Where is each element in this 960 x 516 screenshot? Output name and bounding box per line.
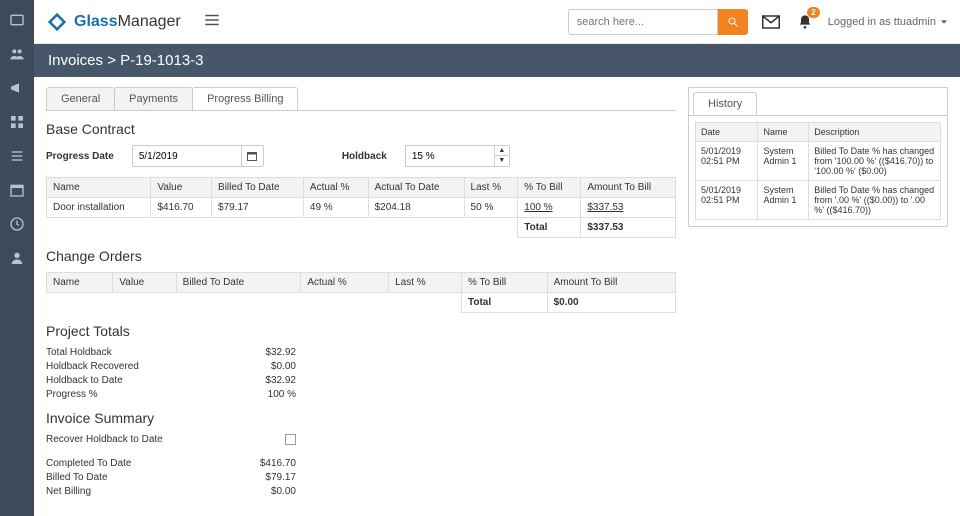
progress-date-label: Progress Date xyxy=(46,151,114,162)
tab-general[interactable]: General xyxy=(46,87,115,110)
col-value: Value xyxy=(151,178,212,198)
holdback-spinner[interactable]: ▲▼ xyxy=(495,145,510,167)
date-picker-button[interactable] xyxy=(242,145,264,167)
logo-text-bold: Glass xyxy=(74,13,118,30)
messages-button[interactable] xyxy=(760,11,782,33)
sidebar xyxy=(0,0,34,516)
logo-text-rest: Manager xyxy=(118,13,181,30)
tab-history[interactable]: History xyxy=(693,92,757,115)
invoice-summary-title: Invoice Summary xyxy=(46,410,676,426)
detail-tabs: General Payments Progress Billing xyxy=(46,87,676,111)
search-icon xyxy=(727,16,739,28)
spinner-up-icon[interactable]: ▲ xyxy=(495,146,509,156)
holdback-label: Holdback xyxy=(342,151,387,162)
sidebar-item-time[interactable] xyxy=(5,212,29,236)
base-contract-title: Base Contract xyxy=(46,121,676,137)
col-pct-to-bill: % To Bill xyxy=(518,178,581,198)
menu-toggle[interactable] xyxy=(203,11,221,32)
notifications-button[interactable]: 2 xyxy=(794,11,816,33)
envelope-icon xyxy=(762,15,780,29)
sidebar-item-list[interactable] xyxy=(5,144,29,168)
history-table: Date Name Description 5/01/2019 02:51 PM… xyxy=(695,122,941,220)
login-label: Logged in as ttuadmin xyxy=(828,16,936,28)
table-row: 5/01/2019 02:51 PM System Admin 1 Billed… xyxy=(696,181,941,220)
amount-to-bill-link[interactable]: $337.53 xyxy=(587,202,623,213)
pct-to-bill-link[interactable]: 100 % xyxy=(524,202,552,213)
sidebar-item-customers[interactable] xyxy=(5,42,29,66)
history-panel: History Date Name Description 5/01/20 xyxy=(688,87,948,227)
sidebar-item-user[interactable] xyxy=(5,246,29,270)
spinner-down-icon[interactable]: ▼ xyxy=(495,156,509,166)
sidebar-item-dashboard[interactable] xyxy=(5,8,29,32)
logo-icon xyxy=(46,11,68,33)
project-totals-title: Project Totals xyxy=(46,323,676,339)
table-row: Door installation $416.70 $79.17 49 % $2… xyxy=(47,198,676,218)
sidebar-item-grid[interactable] xyxy=(5,110,29,134)
search-input[interactable] xyxy=(568,9,718,35)
base-contract-table: Name Value Billed To Date Actual % Actua… xyxy=(46,177,676,238)
holdback-input[interactable] xyxy=(405,145,495,167)
progress-date-input[interactable] xyxy=(132,145,242,167)
col-billed-to-date: Billed To Date xyxy=(212,178,304,198)
logo: GlassManager xyxy=(46,11,181,33)
col-last-pct: Last % xyxy=(464,178,518,198)
table-row: 5/01/2019 02:51 PM System Admin 1 Billed… xyxy=(696,142,941,181)
col-amount-to-bill: Amount To Bill xyxy=(581,178,676,198)
breadcrumb: Invoices > P-19-1013-3 xyxy=(34,44,960,77)
change-orders-title: Change Orders xyxy=(46,248,676,264)
search-button[interactable] xyxy=(718,9,748,35)
col-actual-pct: Actual % xyxy=(303,178,368,198)
tab-payments[interactable]: Payments xyxy=(114,87,193,110)
sidebar-item-calendar[interactable] xyxy=(5,178,29,202)
chevron-down-icon xyxy=(940,18,948,26)
user-menu[interactable]: Logged in as ttuadmin xyxy=(828,16,948,28)
tab-progress-billing[interactable]: Progress Billing xyxy=(192,87,298,110)
sidebar-item-announce[interactable] xyxy=(5,76,29,100)
notification-badge: 2 xyxy=(807,7,819,18)
calendar-icon xyxy=(246,150,258,162)
change-orders-table: Name Value Billed To Date Actual % Last … xyxy=(46,272,676,313)
col-name: Name xyxy=(47,178,151,198)
col-actual-to-date: Actual To Date xyxy=(368,178,464,198)
topbar: GlassManager 2 Logged in as ttuadmin xyxy=(34,0,960,44)
recover-holdback-checkbox[interactable] xyxy=(285,434,296,445)
